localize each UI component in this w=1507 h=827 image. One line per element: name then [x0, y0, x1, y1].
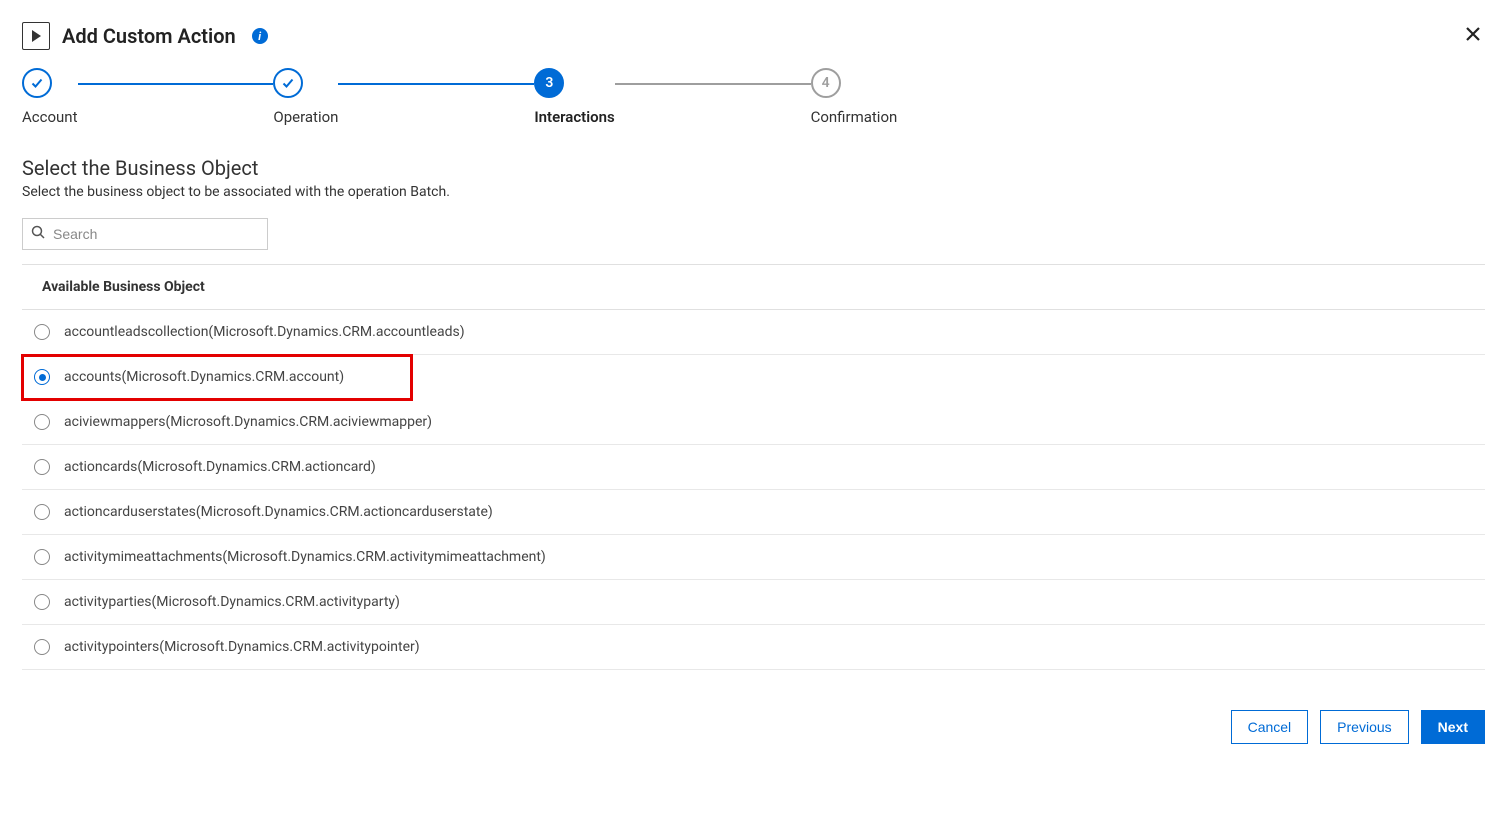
table-row[interactable]: activityparties(Microsoft.Dynamics.CRM.a…	[22, 580, 1485, 625]
business-object-table: Available Business Object accountleadsco…	[22, 264, 1485, 670]
info-icon[interactable]: i	[252, 28, 268, 44]
step-interactions[interactable]: 3 Interactions	[534, 68, 614, 126]
row-label: accounts(Microsoft.Dynamics.CRM.account)	[64, 369, 344, 385]
table-row[interactable]: actioncards(Microsoft.Dynamics.CRM.actio…	[22, 445, 1485, 490]
step-connector	[615, 83, 811, 85]
header-left: Add Custom Action i	[22, 22, 268, 50]
dialog-footer: Cancel Previous Next	[22, 710, 1485, 744]
row-label: actioncards(Microsoft.Dynamics.CRM.actio…	[64, 459, 376, 475]
table-row[interactable]: accountleadscollection(Microsoft.Dynamic…	[22, 310, 1485, 355]
stepper: Account Operation 3 Interactions 4 Confirmati…	[22, 68, 1485, 126]
step-circle	[273, 68, 303, 98]
section-subtitle: Select the business object to be associa…	[22, 184, 1485, 200]
row-label: aciviewmappers(Microsoft.Dynamics.CRM.ac…	[64, 414, 432, 430]
search-icon	[31, 225, 45, 243]
step-confirmation[interactable]: 4 Confirmation	[811, 68, 898, 126]
radio-button[interactable]	[34, 324, 50, 340]
row-label: actioncarduserstates(Microsoft.Dynamics.…	[64, 504, 493, 520]
row-label: activityparties(Microsoft.Dynamics.CRM.a…	[64, 594, 400, 610]
step-connector	[338, 83, 534, 85]
step-connector	[78, 83, 274, 85]
close-icon[interactable]	[1461, 22, 1485, 50]
search-input[interactable]	[51, 225, 259, 243]
radio-button[interactable]	[34, 594, 50, 610]
step-circle	[22, 68, 52, 98]
row-label: activitymimeattachments(Microsoft.Dynami…	[64, 549, 546, 565]
radio-button[interactable]	[34, 369, 50, 385]
radio-button[interactable]	[34, 639, 50, 655]
table-row[interactable]: aciviewmappers(Microsoft.Dynamics.CRM.ac…	[22, 400, 1485, 445]
table-body: accountleadscollection(Microsoft.Dynamic…	[22, 310, 1485, 670]
radio-button[interactable]	[34, 549, 50, 565]
dialog-title: Add Custom Action	[62, 24, 236, 48]
app-icon	[22, 22, 50, 50]
step-label: Confirmation	[811, 108, 898, 126]
radio-button[interactable]	[34, 459, 50, 475]
row-label: activitypointers(Microsoft.Dynamics.CRM.…	[64, 639, 420, 655]
previous-button[interactable]: Previous	[1320, 710, 1408, 744]
next-button[interactable]: Next	[1421, 710, 1485, 744]
cancel-button[interactable]: Cancel	[1231, 710, 1309, 744]
table-row[interactable]: accounts(Microsoft.Dynamics.CRM.account)	[22, 355, 412, 400]
step-circle: 3	[534, 68, 564, 98]
table-row[interactable]: actioncarduserstates(Microsoft.Dynamics.…	[22, 490, 1485, 535]
step-label: Interactions	[534, 108, 614, 126]
table-row[interactable]: activitymimeattachments(Microsoft.Dynami…	[22, 535, 1485, 580]
radio-button[interactable]	[34, 504, 50, 520]
table-row[interactable]: activitypointers(Microsoft.Dynamics.CRM.…	[22, 625, 1485, 670]
radio-button[interactable]	[34, 414, 50, 430]
row-label: accountleadscollection(Microsoft.Dynamic…	[64, 324, 465, 340]
search-box[interactable]	[22, 218, 268, 250]
section-title: Select the Business Object	[22, 156, 1485, 180]
step-operation[interactable]: Operation	[273, 68, 338, 126]
dialog-header: Add Custom Action i	[22, 22, 1485, 50]
step-account[interactable]: Account	[22, 68, 78, 126]
table-header: Available Business Object	[22, 265, 1485, 310]
step-label: Account	[22, 108, 78, 126]
step-circle: 4	[811, 68, 841, 98]
step-label: Operation	[273, 108, 338, 126]
